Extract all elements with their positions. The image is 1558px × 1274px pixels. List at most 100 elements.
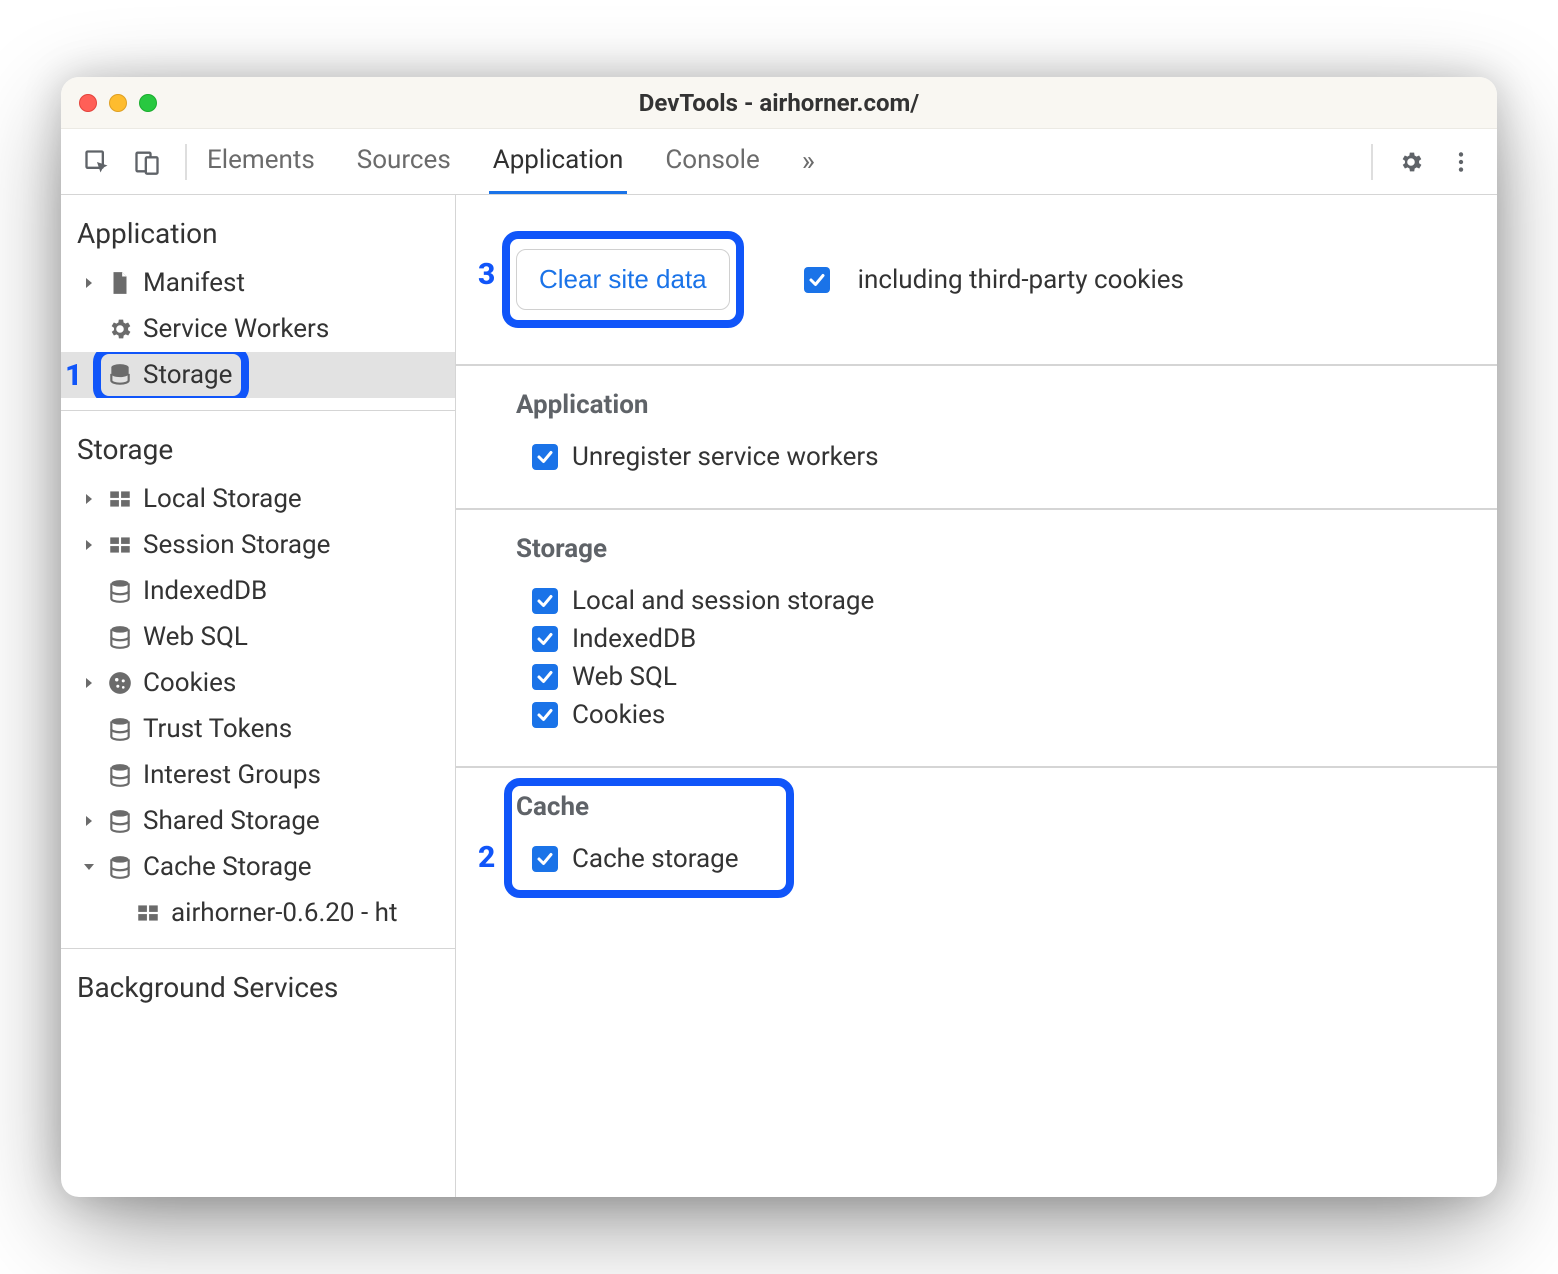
websql-checkbox[interactable] [532, 664, 558, 690]
tab-sources[interactable]: Sources [353, 129, 455, 194]
group-title: Application [516, 390, 1461, 420]
group-title: Storage [516, 534, 1461, 564]
sidebar-item-cache-storage[interactable]: Cache Storage [61, 844, 455, 890]
sidebar-item-label: Storage [143, 360, 232, 390]
sidebar-item-session-storage[interactable]: Session Storage [61, 522, 455, 568]
cookie-icon [107, 670, 133, 696]
third-party-cookies-label: including third-party cookies [858, 265, 1184, 295]
kebab-icon [1448, 149, 1474, 175]
sidebar-item-service-workers[interactable]: Service Workers [61, 306, 455, 352]
zoom-window-button[interactable] [139, 94, 157, 112]
sidebar-item-label: Local Storage [143, 484, 302, 514]
sidebar-item-label: Interest Groups [143, 760, 321, 790]
close-window-button[interactable] [79, 94, 97, 112]
window-title: DevTools - airhorner.com/ [61, 89, 1497, 117]
toolbar-separator [185, 144, 187, 180]
content-panes: Application Manifest Service Workers [61, 195, 1497, 1197]
sidebar-item-storage[interactable]: Storage 1 [61, 352, 455, 398]
option-label: Cookies [572, 700, 665, 730]
database-icon [107, 362, 133, 388]
sidebar-item-websql[interactable]: Web SQL [61, 614, 455, 660]
collapse-arrow-icon [81, 859, 97, 875]
sidebar-item-manifest[interactable]: Manifest [61, 260, 455, 306]
expand-arrow-icon [81, 675, 97, 691]
callout-number-1: 1 [65, 358, 82, 393]
callout-number-3: 3 [478, 257, 495, 292]
devtools-window: DevTools - airhorner.com/ Elements Sourc… [61, 77, 1497, 1197]
option-label: IndexedDB [572, 624, 696, 654]
sidebar-item-cache-entry[interactable]: airhorner-0.6.20 - ht [61, 890, 455, 936]
tab-elements[interactable]: Elements [203, 129, 319, 194]
storage-options-group: Storage Local and session storage Indexe… [456, 510, 1497, 768]
tab-application[interactable]: Application [489, 129, 628, 194]
sidebar-item-label: Web SQL [143, 622, 248, 652]
tabs-overflow-button[interactable]: » [798, 129, 819, 194]
device-toolbar-button[interactable] [125, 140, 169, 184]
sidebar-item-label: Cookies [143, 668, 236, 698]
expand-arrow-icon [81, 537, 97, 553]
window-titlebar: DevTools - airhorner.com/ [61, 77, 1497, 129]
group-title: Cache [516, 792, 1461, 822]
settings-button[interactable] [1389, 140, 1433, 184]
window-controls [79, 94, 157, 112]
cookies-checkbox[interactable] [532, 702, 558, 728]
sidebar-item-local-storage[interactable]: Local Storage [61, 476, 455, 522]
sidebar-item-label: Manifest [143, 268, 245, 298]
devtools-toolbar: Elements Sources Application Console » [61, 129, 1497, 195]
callout-number-2: 2 [478, 840, 495, 875]
sidebar-item-label: Shared Storage [143, 806, 320, 836]
clear-data-group: 3 Clear site data including third-party … [456, 195, 1497, 366]
minimize-window-button[interactable] [109, 94, 127, 112]
sidebar-item-interest-groups[interactable]: Interest Groups [61, 752, 455, 798]
database-icon [107, 762, 133, 788]
sidebar-item-label: Service Workers [143, 314, 329, 344]
sidebar-item-label: airhorner-0.6.20 - ht [171, 898, 397, 928]
gear-icon [1398, 149, 1424, 175]
section-title: Application [61, 207, 455, 260]
section-title: Storage [61, 423, 455, 476]
sidebar: Application Manifest Service Workers [61, 195, 456, 1197]
more-menu-button[interactable] [1439, 140, 1483, 184]
unregister-sw-checkbox[interactable] [532, 444, 558, 470]
inspect-element-button[interactable] [75, 140, 119, 184]
sidebar-section-storage: Storage Local Storage Session Storage [61, 411, 455, 949]
grid-icon [107, 486, 133, 512]
sidebar-section-application: Application Manifest Service Workers [61, 195, 455, 411]
cache-storage-checkbox[interactable] [532, 846, 558, 872]
sidebar-item-shared-storage[interactable]: Shared Storage [61, 798, 455, 844]
sidebar-item-trust-tokens[interactable]: Trust Tokens [61, 706, 455, 752]
clear-site-data-button[interactable]: Clear site data [516, 249, 730, 310]
sidebar-item-label: Trust Tokens [143, 714, 292, 744]
tab-console[interactable]: Console [661, 129, 763, 194]
sidebar-item-label: Session Storage [143, 530, 330, 560]
expand-arrow-icon [81, 813, 97, 829]
toolbar-separator [1371, 144, 1373, 180]
third-party-cookies-checkbox[interactable] [804, 267, 830, 293]
application-options-group: Application Unregister service workers [456, 366, 1497, 510]
panel-tabs: Elements Sources Application Console » [203, 129, 819, 194]
section-title: Background Services [61, 961, 455, 1014]
expand-arrow-icon [81, 491, 97, 507]
database-icon [107, 578, 133, 604]
file-icon [107, 270, 133, 296]
option-label: Cache storage [572, 844, 739, 874]
gear-icon [107, 316, 133, 342]
cache-options-group: 2 Cache Cache storage [456, 768, 1497, 910]
database-icon [107, 808, 133, 834]
database-icon [107, 624, 133, 650]
sidebar-section-background-services: Background Services [61, 949, 455, 1197]
indexeddb-checkbox[interactable] [532, 626, 558, 652]
option-label: Local and session storage [572, 586, 874, 616]
storage-main-pane: 3 Clear site data including third-party … [456, 195, 1497, 1197]
sidebar-item-label: Cache Storage [143, 852, 312, 882]
grid-icon [107, 532, 133, 558]
local-session-storage-checkbox[interactable] [532, 588, 558, 614]
sidebar-item-cookies[interactable]: Cookies [61, 660, 455, 706]
database-icon [107, 854, 133, 880]
expand-arrow-icon [81, 275, 97, 291]
database-icon [107, 716, 133, 742]
sidebar-item-indexeddb[interactable]: IndexedDB [61, 568, 455, 614]
sidebar-item-label: IndexedDB [143, 576, 267, 606]
option-label: Unregister service workers [572, 442, 879, 472]
option-label: Web SQL [572, 662, 677, 692]
